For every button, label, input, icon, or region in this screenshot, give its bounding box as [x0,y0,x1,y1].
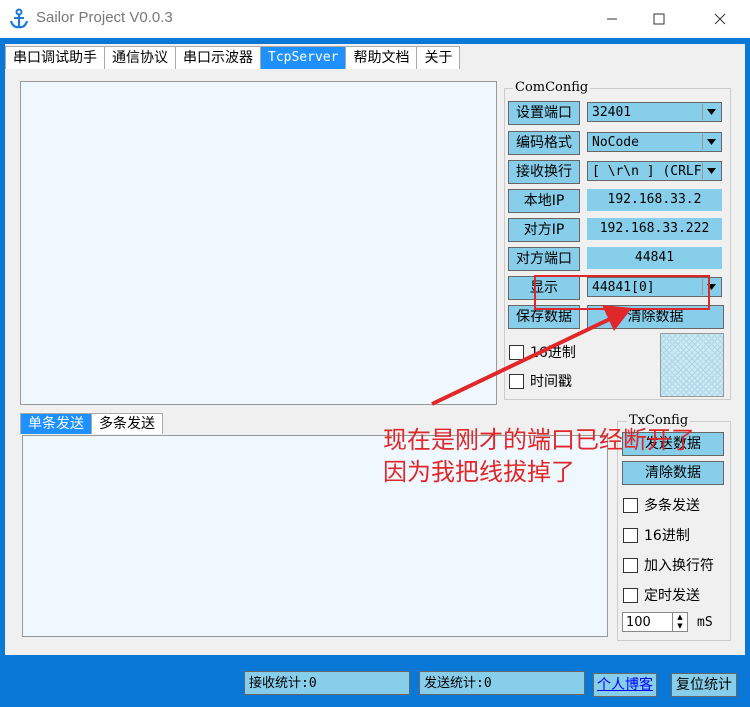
multi-send-checkbox[interactable]: 多条发送 [623,495,700,515]
annotation-highlight-box [534,275,710,310]
tab-tcpserver[interactable]: TcpServer [260,46,347,69]
annotation-text: 现在是刚才的端口已经断开了 因为我把线拔掉了 [383,424,695,488]
hex-send-label: 16进制 [644,528,690,544]
annotation-line-1: 现在是刚才的端口已经断开了 [383,426,695,454]
interval-stepper[interactable]: 100 ▲ ▼ [622,612,688,632]
stepper-arrows-icon[interactable]: ▲ ▼ [672,613,687,631]
tab-single-send[interactable]: 单条发送 [20,413,92,434]
checkbox-box[interactable] [623,527,638,543]
checkbox-box[interactable] [509,344,524,360]
tab-serial-assistant[interactable]: 串口调试助手 [5,46,105,69]
local-ip-button[interactable]: 本地IP [508,189,580,213]
hex-receive-label: 16进制 [530,345,576,361]
newline-button[interactable]: 接收换行 [508,160,580,184]
window-title: Sailor Project V0.0.3 [36,9,173,26]
remote-ip-value: 192.168.33.222 [587,218,722,240]
send-stats: 发送统计:0 [419,671,585,695]
title-bar: Sailor Project V0.0.3 [0,0,750,38]
port-select[interactable]: 32401 [587,102,722,122]
timestamp-checkbox[interactable]: 时间戳 [509,371,572,391]
port-select-value: 32401 [592,105,632,120]
encoding-select[interactable]: NoCode [587,132,722,152]
interval-unit: mS [697,615,713,630]
comconfig-title: ComConfig [513,80,591,95]
remote-ip-button[interactable]: 对方IP [508,218,580,242]
timed-send-label: 定时发送 [644,588,700,604]
send-tabs: 单条发送 多条发送 [20,413,163,434]
add-newline-label: 加入换行符 [644,558,714,574]
multi-send-label: 多条发送 [644,498,700,514]
minimize-button[interactable] [589,0,635,38]
interval-value: 100 [626,615,651,630]
maximize-button[interactable] [636,0,682,38]
tab-protocol[interactable]: 通信协议 [104,46,176,69]
pattern-preview [660,333,724,397]
app-window: Sailor Project V0.0.3 串口调试助手 通信协议 串口示波器 … [0,0,750,707]
chevron-down-icon[interactable] [702,134,720,150]
anchor-icon [8,8,30,30]
receive-stats: 接收统计:0 [244,671,410,695]
encoding-button[interactable]: 编码格式 [508,131,580,155]
chevron-down-icon[interactable] [702,104,720,120]
checkbox-box[interactable] [623,497,638,513]
newline-select-value: [ \r\n ] (CRLF) [592,164,710,179]
remote-port-value: 44841 [587,247,722,269]
blog-link[interactable]: 个人博客 [593,673,657,697]
checkbox-box[interactable] [623,557,638,573]
receive-textarea[interactable] [20,81,497,405]
minimize-icon [607,18,617,20]
tab-about[interactable]: 关于 [416,46,461,69]
tab-help[interactable]: 帮助文档 [345,46,418,69]
checkbox-box[interactable] [623,587,638,603]
add-newline-checkbox[interactable]: 加入换行符 [623,555,714,575]
chevron-down-icon[interactable] [702,163,720,179]
tab-multi-send[interactable]: 多条发送 [91,413,163,434]
tab-oscilloscope[interactable]: 串口示波器 [175,46,261,69]
main-tabs: 串口调试助手 通信协议 串口示波器 TcpServer 帮助文档 关于 [5,46,461,70]
hex-send-checkbox[interactable]: 16进制 [623,525,690,545]
reset-stats-button[interactable]: 复位统计 [671,673,737,697]
hex-receive-checkbox[interactable]: 16进制 [509,342,576,362]
newline-select[interactable]: [ \r\n ] (CRLF) [587,161,722,181]
annotation-line-2: 因为我把线拔掉了 [383,458,575,486]
local-ip-value: 192.168.33.2 [587,189,722,211]
maximize-icon [653,13,665,25]
set-port-button[interactable]: 设置端口 [508,101,580,125]
remote-port-button[interactable]: 对方端口 [508,247,580,271]
encoding-select-value: NoCode [592,135,639,150]
close-button[interactable] [697,0,743,38]
timed-send-checkbox[interactable]: 定时发送 [623,585,700,605]
checkbox-box[interactable] [509,373,524,389]
timestamp-label: 时间戳 [530,374,572,390]
close-icon [714,13,726,25]
